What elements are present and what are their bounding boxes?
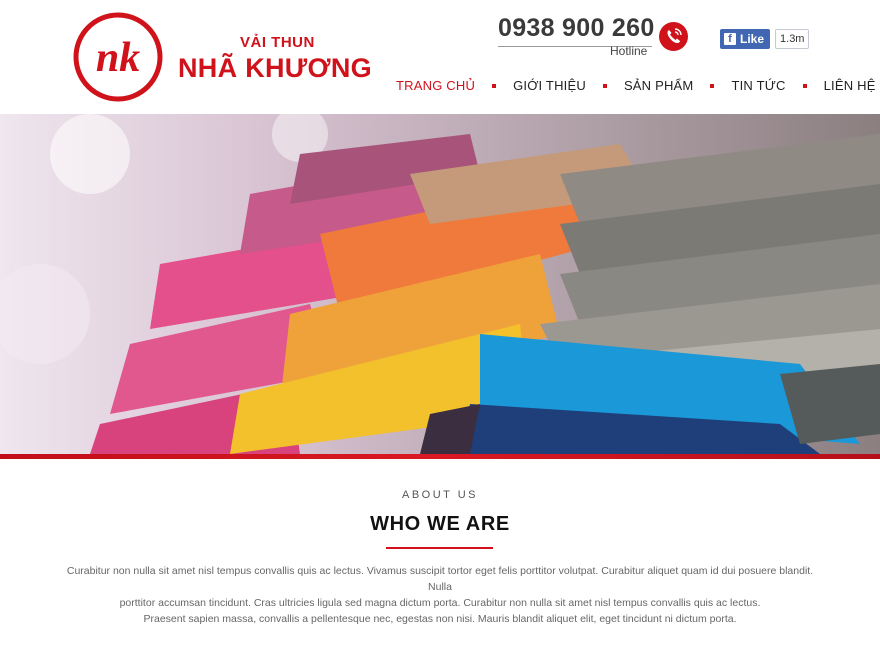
fabric-swatches-image bbox=[0, 114, 880, 454]
facebook-like-button[interactable]: f Like bbox=[720, 29, 771, 49]
site-header: nk VẢI THUN NHÃ KHƯƠNG 0938 900 260 Hotl… bbox=[0, 0, 880, 114]
hero-bottom-band bbox=[0, 454, 880, 459]
main-nav: TRANG CHỦ GIỚI THIỆU SẢN PHẨM TIN TỨC LI… bbox=[396, 78, 876, 93]
nav-separator bbox=[602, 83, 607, 88]
nav-item-contact[interactable]: LIÊN HỆ bbox=[824, 78, 876, 93]
about-text-line: porttitor accumsan tincidunt. Cras ultri… bbox=[119, 597, 761, 609]
facebook-like-count: 1.3m bbox=[775, 29, 810, 49]
facebook-like-widget: f Like 1.3m bbox=[720, 29, 810, 49]
nav-separator bbox=[710, 83, 715, 88]
brand-name: NHÃ KHƯƠNG bbox=[178, 53, 372, 83]
about-text-line: Curabitur non nulla sit amet nisl tempus… bbox=[66, 565, 814, 593]
facebook-like-label: Like bbox=[740, 32, 765, 46]
nav-item-news[interactable]: TIN TỨC bbox=[731, 78, 785, 93]
about-title-underline bbox=[386, 547, 493, 549]
about-title: WHO WE ARE bbox=[370, 513, 510, 535]
phone-icon[interactable] bbox=[659, 22, 688, 51]
hero-slider[interactable] bbox=[0, 114, 880, 454]
logo-letters: nk bbox=[96, 35, 140, 81]
nav-separator bbox=[492, 83, 497, 88]
hotline-label: Hotline bbox=[610, 44, 648, 58]
about-description: Curabitur non nulla sit amet nisl tempus… bbox=[60, 563, 820, 627]
facebook-icon: f bbox=[724, 33, 736, 45]
about-text-line: Praesent sapien massa, convallis a pelle… bbox=[143, 613, 737, 625]
about-eyebrow: ABOUT US bbox=[401, 489, 479, 501]
nav-item-home[interactable]: TRANG CHỦ bbox=[396, 78, 475, 93]
nav-item-about[interactable]: GIỚI THIỆU bbox=[513, 78, 586, 93]
brand-logo[interactable]: nk bbox=[72, 11, 164, 103]
nav-separator bbox=[802, 83, 807, 88]
nav-item-products[interactable]: SẢN PHẨM bbox=[624, 78, 694, 93]
hotline-number[interactable]: 0938 900 260 bbox=[498, 14, 655, 43]
brand-tagline: VẢI THUN bbox=[240, 34, 315, 51]
